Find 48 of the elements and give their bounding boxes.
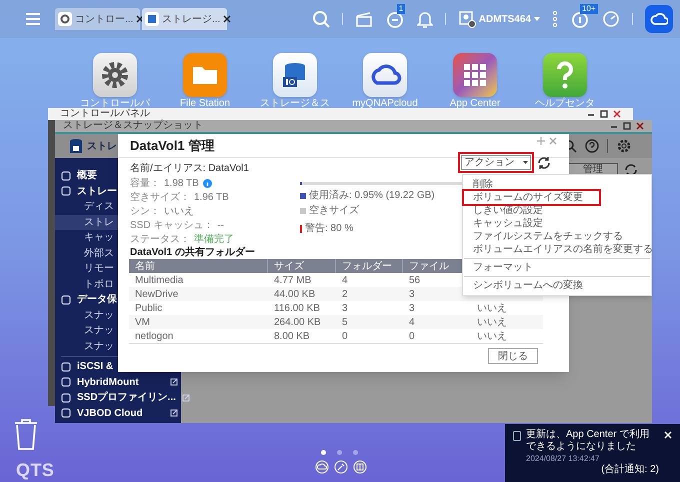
table-cell-text: 4.77 MB — [274, 274, 312, 288]
notification-message: 更新は、App Center で利用できるようになりました — [526, 429, 650, 453]
table-cell-text: いいえ — [477, 330, 507, 344]
field-label: 容量： — [130, 176, 160, 190]
table-cell-text: 3 — [409, 288, 415, 302]
table-cell-text: 264.00 KB — [274, 316, 321, 330]
table-cell-text: いいえ — [477, 316, 507, 330]
table-cell-text: netlogon — [135, 330, 174, 344]
table-cell-text: Multimedia — [135, 274, 184, 288]
table-cell-text: 2 — [342, 288, 348, 302]
window-title: ストレージ＆スナップショット — [63, 120, 203, 132]
legend-label: 使用済み: 0.95% (19.22 GB) — [309, 188, 435, 203]
window-title: コントロールパネル — [60, 108, 150, 120]
field-label: シン： — [130, 204, 160, 218]
warning-label: 警告: 80 % — [305, 222, 354, 236]
table-cell-text: 0 — [342, 330, 348, 344]
notification-badge: 10+ — [580, 4, 598, 14]
logo-text: QTS — [16, 459, 54, 482]
dialog-title: DataVol1 管理 — [130, 136, 214, 155]
field-value: 1.96 TB — [194, 190, 229, 204]
field-label: SSD キャッシュ： — [130, 218, 214, 232]
notification-total: (合計通知: 2) — [601, 464, 659, 475]
table-cell-text: 116.00 KB — [274, 302, 320, 316]
table-cell-text: 8.00 KB — [274, 330, 310, 344]
table-cell-text: 4 — [342, 274, 348, 288]
field-value: 準備完了 — [194, 232, 234, 246]
table-cell-text: VM — [135, 316, 150, 330]
table-cell-text: NewDrive — [135, 288, 178, 302]
notification-badge: 1 — [396, 4, 406, 14]
table-cell-text: 44.00 KB — [274, 288, 316, 302]
section-heading: DataVol1 の共有フォルダー — [130, 246, 255, 260]
table-cell-text: いいえ — [477, 302, 507, 316]
field-label: 空きサイズ： — [130, 190, 190, 204]
notification-time: 2024/08/27 13:42:47 — [526, 453, 600, 464]
field-label: ステータス： — [130, 232, 190, 246]
table-cell-text: 0 — [409, 330, 415, 344]
table-cell-text: 3 — [409, 302, 415, 316]
field-value: -- — [217, 218, 224, 232]
field-value: いいえ — [164, 204, 194, 218]
table-cell-text: Public — [135, 302, 162, 316]
table-cell-text: 4 — [409, 316, 415, 330]
table-cell-text: 5 — [342, 316, 348, 330]
field-value: 1.98 TB — [164, 176, 199, 190]
table-cell-text: 56 — [409, 274, 420, 288]
table-cell-text: 3 — [342, 302, 348, 316]
alias-text: 名前/エイリアス: DataVol1 — [130, 162, 250, 176]
legend-label: 空きサイズ — [309, 204, 359, 218]
app-title: ストレ — [87, 140, 117, 154]
